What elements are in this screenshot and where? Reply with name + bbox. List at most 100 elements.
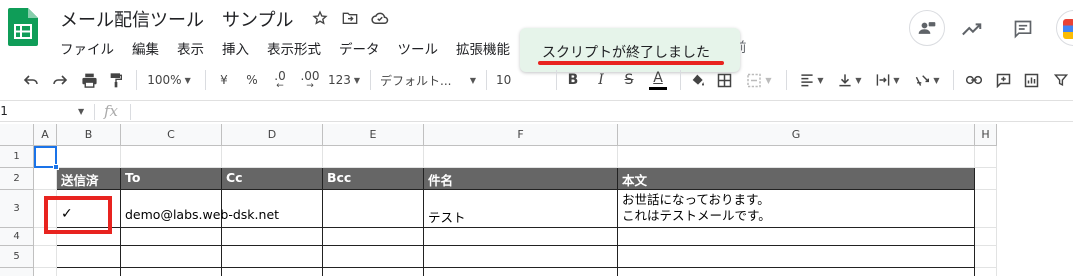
font-size-select[interactable]: 10	[496, 62, 516, 98]
cell-a2[interactable]	[34, 168, 57, 190]
cell-c6[interactable]	[121, 268, 222, 276]
header-subject[interactable]: 件名	[424, 168, 618, 190]
caret-down-icon[interactable]: ▼	[78, 107, 84, 116]
vertical-align-button[interactable]: ▼	[834, 62, 866, 98]
row-header-2[interactable]: 2	[0, 168, 34, 190]
column-header-h[interactable]: H	[975, 124, 997, 146]
cell-h3[interactable]	[975, 190, 997, 228]
column-header-f[interactable]: F	[424, 124, 618, 146]
cell-g4[interactable]	[618, 228, 975, 246]
cell-b1[interactable]	[57, 146, 121, 168]
percent-format-button[interactable]: %	[242, 62, 262, 98]
zoom-select[interactable]: 100% ▼	[146, 62, 192, 98]
header-cc[interactable]: Cc	[222, 168, 323, 190]
cell-a6[interactable]	[34, 268, 57, 276]
menu-file[interactable]: ファイル	[60, 36, 122, 60]
undo-button[interactable]	[18, 62, 44, 98]
merge-cells-button[interactable]: ▼	[744, 62, 774, 98]
more-formats-select[interactable]: 123 ▼	[327, 62, 361, 98]
header-bcc[interactable]: Bcc	[323, 168, 424, 190]
cell-c4[interactable]	[121, 228, 222, 246]
insert-comment-button[interactable]	[992, 62, 1014, 98]
cell-h6[interactable]	[975, 268, 997, 276]
move-folder-icon[interactable]	[340, 8, 360, 28]
cell-e1[interactable]	[323, 146, 424, 168]
select-all-corner[interactable]	[0, 124, 34, 146]
horizontal-align-button[interactable]: ▼	[796, 62, 828, 98]
print-button[interactable]	[76, 62, 102, 98]
menu-edit[interactable]: 編集	[132, 36, 167, 60]
italic-button[interactable]: I	[590, 62, 612, 98]
sheets-logo-icon[interactable]	[8, 8, 38, 46]
share-button-partial[interactable]	[1056, 10, 1073, 46]
meeting-button[interactable]	[909, 10, 945, 46]
cell-e6[interactable]	[323, 268, 424, 276]
increase-decimal-button[interactable]: .00 →	[298, 62, 322, 98]
bold-button[interactable]: B	[562, 62, 584, 98]
header-to[interactable]: To	[121, 168, 222, 190]
cell-h4[interactable]	[975, 228, 997, 246]
column-header-b[interactable]: B	[57, 124, 121, 146]
cell-b5[interactable]	[57, 246, 121, 268]
text-wrapping-button[interactable]: ▼	[872, 62, 904, 98]
cell-subject[interactable]: テスト	[424, 190, 618, 228]
cell-e4[interactable]	[323, 228, 424, 246]
comments-button[interactable]	[1007, 13, 1039, 45]
cell-g5[interactable]	[618, 246, 975, 268]
filter-button[interactable]	[1050, 62, 1072, 98]
insert-link-button[interactable]	[963, 62, 985, 98]
font-select[interactable]: デフォルト... ▼	[380, 62, 476, 98]
menu-insert[interactable]: 挿入	[222, 36, 257, 60]
cell-f5[interactable]	[424, 246, 618, 268]
header-sent[interactable]: 送信済	[57, 168, 121, 190]
cell-d1[interactable]	[222, 146, 323, 168]
fill-handle[interactable]	[53, 164, 59, 170]
cell-g1[interactable]	[618, 146, 975, 168]
star-icon[interactable]	[310, 8, 330, 28]
cell-bcc[interactable]	[323, 190, 424, 228]
text-rotation-button[interactable]: ▼	[910, 62, 944, 98]
menu-data[interactable]: データ	[339, 36, 388, 60]
column-header-g[interactable]: G	[618, 124, 975, 146]
column-header-c[interactable]: C	[121, 124, 222, 146]
cloud-status-icon[interactable]	[370, 8, 390, 28]
cell-f1[interactable]	[424, 146, 618, 168]
menu-format[interactable]: 表示形式	[267, 36, 329, 60]
row-header-3[interactable]: 3	[0, 190, 34, 228]
row-header-4[interactable]: 4	[0, 228, 34, 246]
cell-g6[interactable]	[618, 268, 975, 276]
column-header-e[interactable]: E	[323, 124, 424, 146]
cell-d6[interactable]	[222, 268, 323, 276]
cell-f4[interactable]	[424, 228, 618, 246]
cell-f6[interactable]	[424, 268, 618, 276]
fill-color-button[interactable]	[688, 62, 708, 98]
document-title[interactable]: メール配信ツール サンプル	[60, 6, 293, 32]
borders-button[interactable]	[714, 62, 734, 98]
cell-d5[interactable]	[222, 246, 323, 268]
row-header-5[interactable]: 5	[0, 246, 34, 268]
menu-view[interactable]: 表示	[177, 36, 212, 60]
strikethrough-button[interactable]: S	[618, 62, 640, 98]
text-color-button[interactable]: A	[646, 62, 670, 98]
cell-h2[interactable]	[975, 168, 997, 190]
column-header-a[interactable]: A	[34, 124, 57, 146]
cell-c5[interactable]	[121, 246, 222, 268]
row-header-6[interactable]	[0, 268, 34, 276]
menu-extensions[interactable]: 拡張機能	[456, 36, 518, 60]
cell-b6[interactable]	[57, 268, 121, 276]
name-box[interactable]: A1	[0, 104, 8, 118]
insert-chart-button[interactable]	[1020, 62, 1042, 98]
header-body[interactable]: 本文	[618, 168, 975, 190]
cell-body[interactable]: お世話になっております。 これはテストメールです。	[618, 190, 975, 228]
menu-tools[interactable]: ツール	[398, 36, 447, 60]
paint-format-button[interactable]	[104, 62, 128, 98]
cell-c1[interactable]	[121, 146, 222, 168]
cell-a5[interactable]	[34, 246, 57, 268]
cell-to-address[interactable]: demo@labs.web-dsk.net	[121, 190, 279, 228]
cell-h1[interactable]	[975, 146, 997, 168]
cell-e5[interactable]	[323, 246, 424, 268]
redo-button[interactable]	[47, 62, 73, 98]
row-header-1[interactable]: 1	[0, 146, 34, 168]
currency-format-button[interactable]: ¥	[214, 62, 234, 98]
cell-d4[interactable]	[222, 228, 323, 246]
